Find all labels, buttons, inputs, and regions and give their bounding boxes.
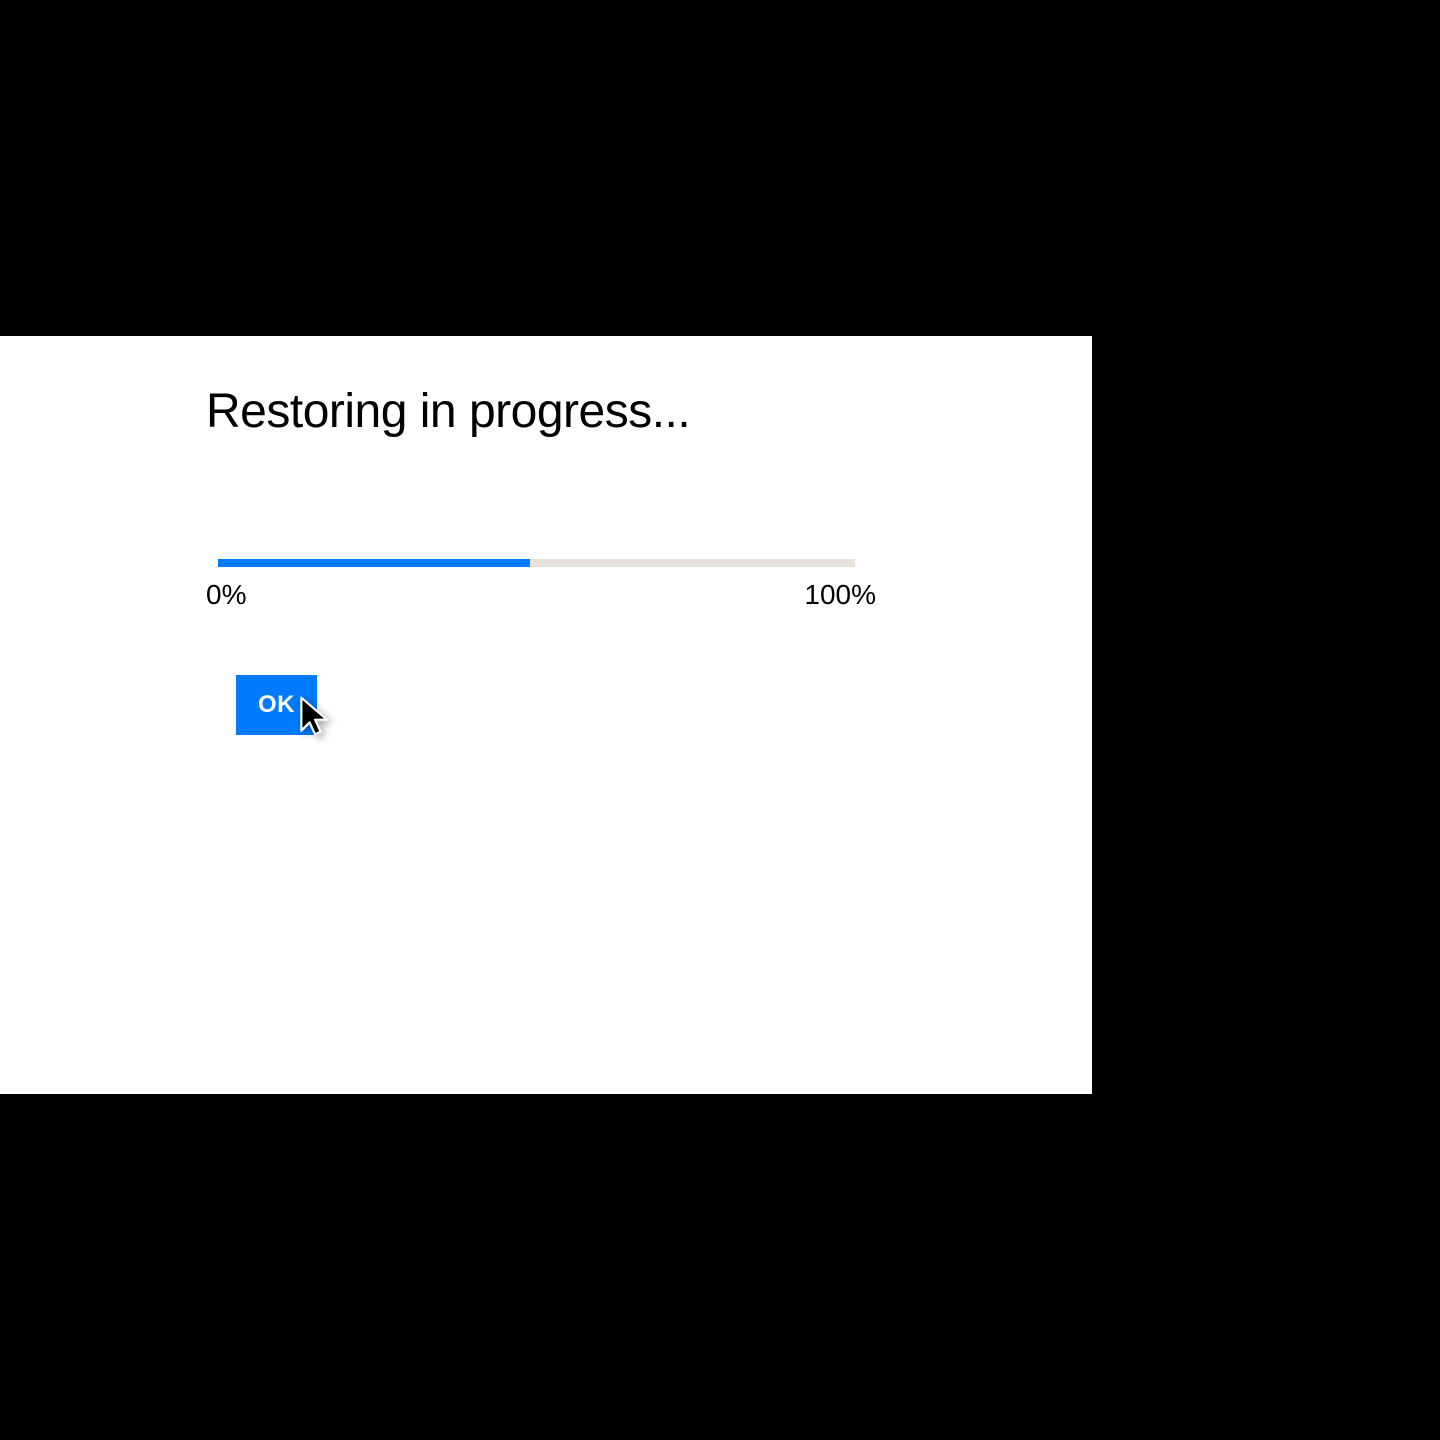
progress-fill — [218, 559, 530, 567]
progress-max-label: 100% — [804, 579, 876, 611]
progress-bar: 0% 100% — [206, 559, 842, 611]
progress-labels: 0% 100% — [206, 579, 876, 611]
restore-dialog: Restoring in progress... 0% 100% OK — [0, 336, 1092, 1094]
progress-min-label: 0% — [206, 579, 246, 611]
dialog-title: Restoring in progress... — [206, 384, 886, 439]
progress-track — [218, 559, 855, 567]
ok-button[interactable]: OK — [236, 675, 317, 735]
